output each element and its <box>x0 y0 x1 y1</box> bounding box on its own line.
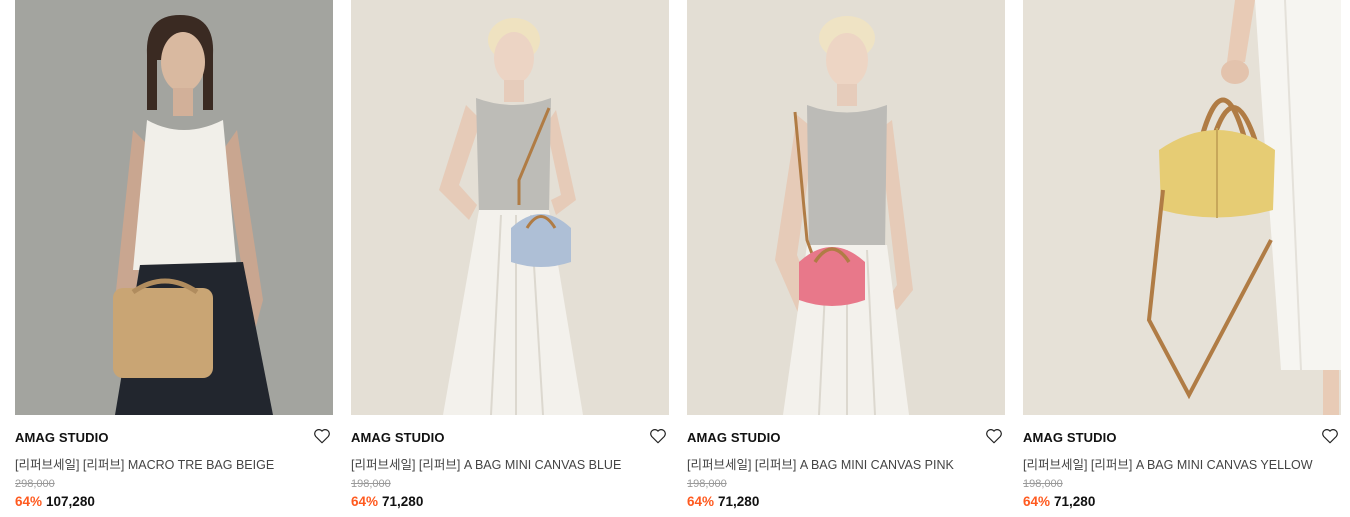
sale-price: 71,280 <box>382 494 424 509</box>
product-image[interactable] <box>687 0 1005 415</box>
sale-price: 107,280 <box>46 494 95 509</box>
original-price: 198,000 <box>687 478 727 490</box>
product-card[interactable]: AMAG STUDIO [리퍼브세일] [리퍼브] A BAG MINI CAN… <box>1023 0 1341 517</box>
discount-rate: 64% <box>351 494 379 509</box>
price-line: 64% 71,280 <box>1023 494 1095 509</box>
price-line: 64% 71,280 <box>351 494 423 509</box>
product-name[interactable]: [리퍼브세일] [리퍼브] A BAG MINI CANVAS YELLOW <box>1023 454 1313 473</box>
discount-rate: 64% <box>1023 494 1051 509</box>
original-price: 198,000 <box>351 478 391 490</box>
product-image[interactable] <box>1023 0 1341 415</box>
heart-outline-icon[interactable] <box>313 427 331 445</box>
product-image[interactable] <box>351 0 669 415</box>
product-card[interactable]: AMAG STUDIO [리퍼브세일] [리퍼브] A BAG MINI CAN… <box>351 0 669 517</box>
heart-outline-icon[interactable] <box>649 427 667 445</box>
product-name[interactable]: [리퍼브세일] [리퍼브] MACRO TRE BAG BEIGE <box>15 454 274 473</box>
brand-name[interactable]: AMAG STUDIO <box>687 430 781 445</box>
model-blue-bag-photo <box>351 0 669 415</box>
discount-rate: 64% <box>15 494 43 509</box>
brand-name[interactable]: AMAG STUDIO <box>15 430 109 445</box>
sale-price: 71,280 <box>718 494 760 509</box>
sale-price: 71,280 <box>1054 494 1096 509</box>
product-card[interactable]: AMAG STUDIO [리퍼브세일] [리퍼브] A BAG MINI CAN… <box>687 0 1005 517</box>
product-image[interactable] <box>15 0 333 415</box>
original-price: 198,000 <box>1023 478 1063 490</box>
model-beige-clutch-photo <box>15 0 333 415</box>
product-grid: AMAG STUDIO [리퍼브세일] [리퍼브] MACRO TRE BAG … <box>0 0 1350 517</box>
hand-yellow-bag-photo <box>1023 0 1341 415</box>
brand-name[interactable]: AMAG STUDIO <box>1023 430 1117 445</box>
price-line: 64% 107,280 <box>15 494 95 509</box>
product-name[interactable]: [리퍼브세일] [리퍼브] A BAG MINI CANVAS BLUE <box>351 454 621 473</box>
heart-outline-icon[interactable] <box>1321 427 1339 445</box>
discount-rate: 64% <box>687 494 715 509</box>
brand-name[interactable]: AMAG STUDIO <box>351 430 445 445</box>
product-name[interactable]: [리퍼브세일] [리퍼브] A BAG MINI CANVAS PINK <box>687 454 954 473</box>
original-price: 298,000 <box>15 478 55 490</box>
model-pink-bag-photo <box>687 0 1005 415</box>
heart-outline-icon[interactable] <box>985 427 1003 445</box>
price-line: 64% 71,280 <box>687 494 759 509</box>
product-card[interactable]: AMAG STUDIO [리퍼브세일] [리퍼브] MACRO TRE BAG … <box>15 0 333 517</box>
